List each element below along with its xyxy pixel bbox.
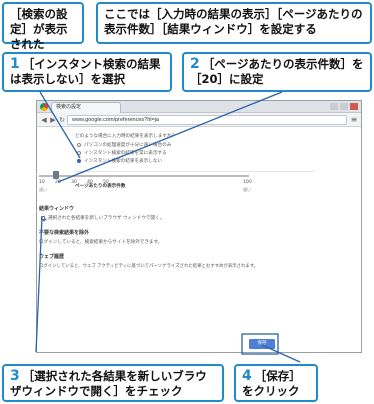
per-page-slider-track[interactable] bbox=[39, 175, 249, 177]
tick-100: 100 bbox=[243, 180, 252, 185]
per-page-slider-thumb[interactable] bbox=[53, 171, 59, 179]
step-3-number: 3 bbox=[10, 368, 20, 384]
save-button[interactable]: 保存 bbox=[249, 339, 275, 349]
block-text: ログインしていると、検索結果からサイトを除外できます。 bbox=[39, 240, 163, 245]
browser-window: 検索の設定 ◀ ▶ ↻ www.google.com/preferences?h… bbox=[36, 100, 362, 353]
header-left-text: ［検索の設定］が表示された bbox=[10, 7, 68, 51]
wrench-menu-icon[interactable]: ≡ bbox=[350, 116, 358, 124]
close-icon[interactable] bbox=[350, 103, 358, 110]
step-3-callout: 3 ［選択された各結果を新しいブラウザウィンドウで開く］をチェック bbox=[2, 364, 224, 402]
block-heading: 不要な検索結果を除外 bbox=[39, 230, 90, 236]
back-icon[interactable]: ◀ bbox=[40, 116, 48, 124]
address-url: www.google.com/preferences?hl=ja bbox=[72, 117, 159, 123]
minimize-icon[interactable] bbox=[330, 103, 338, 110]
header-callout-left: ［検索の設定］が表示された bbox=[2, 2, 84, 51]
step-1-callout: 1 ［インスタント検索の結果は表示しない］を選択 bbox=[2, 52, 172, 92]
forward-icon[interactable]: ▶ bbox=[49, 116, 57, 124]
reload-icon[interactable]: ↻ bbox=[58, 116, 66, 124]
divider bbox=[75, 171, 315, 172]
window-controls bbox=[330, 103, 358, 110]
header-callout-right: ここでは［入力時の結果の表示］［ページあたりの表示件数］［結果ウィンドウ］を設定… bbox=[96, 2, 372, 44]
tick-40: 40 bbox=[87, 180, 93, 185]
step-2-callout: 2 ［ページあたりの表示件数］を［20］に設定 bbox=[182, 52, 372, 92]
new-window-label: 選択された各結果を新しいブラウザ ウィンドウで開く。 bbox=[48, 216, 165, 221]
step-1-number: 1 bbox=[10, 56, 20, 72]
instant-radio-1[interactable] bbox=[77, 143, 81, 147]
instant-radio-3[interactable] bbox=[77, 159, 81, 163]
new-window-checkbox[interactable] bbox=[41, 216, 45, 220]
instant-heading: どのような場合に入力時の結果を表示しますか？ bbox=[75, 133, 177, 138]
step-4-callout: 4 ［保存］をクリック bbox=[234, 364, 318, 402]
address-bar[interactable]: www.google.com/preferences?hl=ja bbox=[67, 115, 347, 125]
step-3-text: ［選択された各結果を新しいブラウザウィンドウで開く］をチェック bbox=[10, 369, 207, 398]
web-history-text: ログインしていると、ウェブ アクティビティに基づいてパーソナライズされた結果とお… bbox=[39, 264, 259, 269]
save-button-label: 保存 bbox=[257, 341, 267, 346]
web-history-heading: ウェブ履歴 bbox=[39, 254, 65, 260]
window-heading: 結果ウィンドウ bbox=[39, 206, 75, 212]
tick-50: 50 bbox=[103, 180, 109, 185]
instant-radio-2[interactable] bbox=[77, 151, 81, 155]
instant-option-3: インスタント検索の結果を表示しない bbox=[84, 158, 163, 163]
header-right-text: ここでは［入力時の結果の表示］［ページあたりの表示件数］［結果ウィンドウ］を設定… bbox=[104, 7, 363, 36]
tab-title: 検索の設定 bbox=[56, 104, 82, 110]
step-2-text: ［ページあたりの表示件数］を［20］に設定 bbox=[190, 57, 364, 86]
per-page-heading: ページあたりの表示件数 bbox=[75, 183, 126, 188]
chrome-logo-icon bbox=[40, 103, 48, 111]
instant-option-2: インスタント検索の結果を常に表示する bbox=[84, 150, 167, 155]
tick-note-fast: 速い bbox=[39, 187, 47, 192]
tick-10: 10 bbox=[39, 180, 45, 185]
tick-note-slow: 遅い bbox=[243, 187, 251, 192]
step-1-text: ［インスタント検索の結果は表示しない］を選択 bbox=[10, 57, 161, 86]
browser-titlebar: 検索の設定 bbox=[37, 101, 361, 113]
tick-30: 30 bbox=[71, 180, 77, 185]
browser-tab[interactable]: 検索の設定 bbox=[51, 102, 121, 113]
tick-20: 20 bbox=[55, 180, 61, 185]
browser-toolbar: ◀ ▶ ↻ www.google.com/preferences?hl=ja ≡ bbox=[37, 113, 361, 127]
step-2-number: 2 bbox=[190, 56, 200, 72]
step-4-number: 4 bbox=[242, 368, 252, 384]
instant-option-1: パソコンの処理速度が十分に速い場合のみ bbox=[84, 142, 172, 147]
maximize-icon[interactable] bbox=[340, 103, 348, 110]
